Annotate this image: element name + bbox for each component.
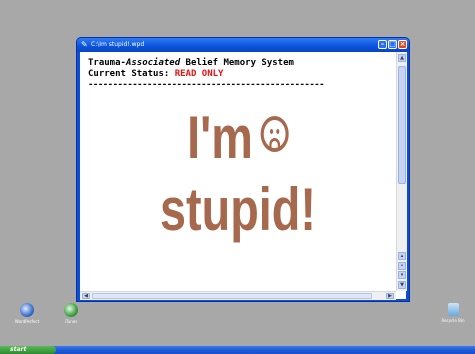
maximize-button[interactable]: □ (388, 40, 397, 49)
desktop-icon-label: WordPerfect (14, 319, 40, 324)
header-suffix: Belief Memory System (180, 58, 294, 68)
vertical-scrollbar[interactable]: ▲ ▴ • ▾ ▼ (396, 52, 407, 291)
big-text-line-2: stupid! (160, 176, 316, 243)
wordperfect-icon (20, 303, 34, 317)
desktop-icon-label: Recycle Bin (441, 318, 465, 323)
header-line: Trauma-Associated Belief Memory System (88, 58, 393, 69)
desktop-icon-wordperfect[interactable]: WordPerfect (12, 303, 42, 324)
horizontal-scrollbar[interactable]: ◀ ▶ (80, 291, 396, 300)
scroll-down-button[interactable]: ▼ (398, 281, 406, 289)
horizontal-scroll-thumb[interactable] (92, 293, 372, 299)
desktop-icon-itunes[interactable]: iTunes (56, 303, 86, 324)
header-prefix: Trauma- (88, 58, 126, 68)
scroll-page-up-button[interactable]: ▴ (398, 252, 406, 260)
app-icon: ✎ (81, 40, 88, 49)
status-line: Current Status: READ ONLY (88, 69, 393, 80)
desktop: ✎ C:\Im stupid!.wpd – □ × Trauma-Associa… (0, 0, 475, 346)
start-button[interactable]: start (0, 346, 56, 354)
big-text-im: I'm (187, 104, 253, 171)
recycle-bin-icon (447, 303, 459, 316)
scroll-up-button[interactable]: ▲ (398, 54, 406, 62)
big-text-line-1: I'm (115, 108, 361, 168)
minimize-button[interactable]: – (378, 40, 387, 49)
scroll-browse-button[interactable]: • (398, 262, 406, 270)
window-title: C:\Im stupid!.wpd (91, 41, 145, 48)
header-italic: Associated (125, 58, 181, 68)
separator-line: ----------------------------------------… (88, 80, 325, 90)
status-label: Current Status: (88, 69, 175, 79)
scroll-page-down-button[interactable]: ▾ (398, 271, 406, 279)
desktop-icon-recycle-bin[interactable]: Recycle Bin (438, 303, 468, 323)
vertical-scroll-thumb[interactable] (398, 66, 406, 184)
desktop-icon-label: iTunes (64, 319, 78, 324)
status-value: READ ONLY (174, 69, 224, 79)
document-window: ✎ C:\Im stupid!.wpd – □ × Trauma-Associa… (76, 37, 410, 302)
itunes-icon (64, 303, 78, 317)
document-header: Trauma-Associated Belief Memory System C… (88, 58, 393, 91)
close-button[interactable]: × (398, 40, 407, 49)
document-area[interactable]: Trauma-Associated Belief Memory System C… (80, 52, 407, 300)
scroll-left-button[interactable]: ◀ (82, 293, 90, 299)
scroll-right-button[interactable]: ▶ (386, 293, 394, 299)
sad-face-icon (260, 116, 289, 152)
taskbar: start (0, 346, 475, 354)
title-bar[interactable]: ✎ C:\Im stupid!.wpd – □ × (77, 38, 409, 52)
